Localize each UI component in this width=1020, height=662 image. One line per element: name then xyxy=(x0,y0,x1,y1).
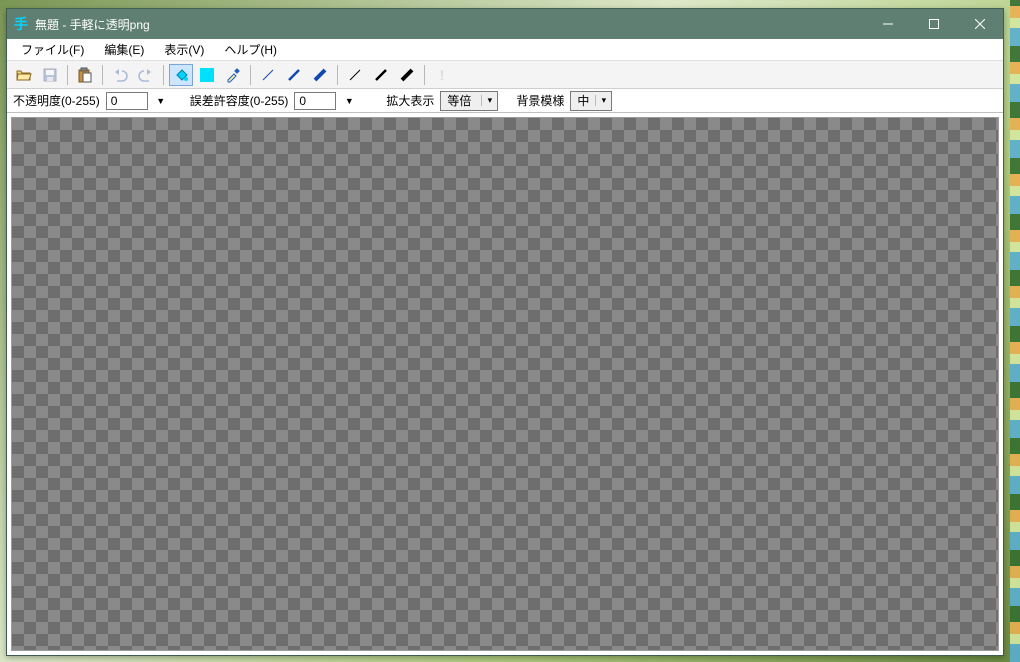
eraser-thick-button[interactable] xyxy=(395,64,419,86)
info-icon: ! xyxy=(440,67,444,83)
toolbar-separator xyxy=(424,65,425,85)
bg-pattern-label: 背景模様 xyxy=(516,92,564,109)
save-button[interactable] xyxy=(38,64,62,86)
toolbar-separator xyxy=(102,65,103,85)
toolbar-separator xyxy=(67,65,68,85)
toolbar-separator xyxy=(337,65,338,85)
tolerance-spin-icon[interactable]: ▼ xyxy=(342,92,356,110)
window-title: 無題 - 手軽に透明png xyxy=(35,16,865,33)
menu-help[interactable]: ヘルプ(H) xyxy=(214,39,287,60)
bg-pattern-select[interactable]: 中 ▾ xyxy=(570,91,612,111)
app-icon: 手 xyxy=(13,16,29,32)
opacity-spin-icon[interactable]: ▼ xyxy=(154,92,168,110)
desktop-side-strip xyxy=(1010,0,1020,662)
paste-button[interactable] xyxy=(73,64,97,86)
bg-pattern-value: 中 xyxy=(571,92,595,109)
eraser-mid-button[interactable] xyxy=(369,64,393,86)
titlebar[interactable]: 手 無題 - 手軽に透明png xyxy=(7,9,1003,39)
brush-thin-button[interactable] xyxy=(256,64,280,86)
redo-button[interactable] xyxy=(134,64,158,86)
opacity-input[interactable] xyxy=(106,92,148,110)
menu-edit[interactable]: 編集(E) xyxy=(94,39,154,60)
tolerance-input[interactable] xyxy=(294,92,336,110)
brush-mid-button[interactable] xyxy=(282,64,306,86)
chevron-down-icon: ▾ xyxy=(481,95,497,106)
eyedropper-button[interactable] xyxy=(221,64,245,86)
info-button[interactable]: ! xyxy=(430,64,454,86)
close-button[interactable] xyxy=(957,9,1003,39)
undo-button[interactable] xyxy=(108,64,132,86)
eraser-thin-button[interactable] xyxy=(343,64,367,86)
menubar: ファイル(F) 編集(E) 表示(V) ヘルプ(H) xyxy=(7,39,1003,61)
toolbar-separator xyxy=(163,65,164,85)
minimize-button[interactable] xyxy=(865,9,911,39)
menu-view[interactable]: 表示(V) xyxy=(154,39,214,60)
canvas[interactable] xyxy=(11,117,999,651)
canvas-container xyxy=(7,113,1003,655)
zoom-label: 拡大表示 xyxy=(386,92,434,109)
opacity-label: 不透明度(0-255) xyxy=(13,92,100,109)
bucket-tool-button[interactable] xyxy=(169,64,193,86)
toolbar-separator xyxy=(250,65,251,85)
tolerance-label: 誤差許容度(0-255) xyxy=(190,92,289,109)
brush-thick-button[interactable] xyxy=(308,64,332,86)
chevron-down-icon: ▾ xyxy=(595,95,611,106)
open-button[interactable] xyxy=(12,64,36,86)
color-swatch-button[interactable] xyxy=(195,64,219,86)
app-window: 手 無題 - 手軽に透明png ファイル(F) 編集(E) 表示(V) ヘルプ(… xyxy=(6,8,1004,656)
maximize-button[interactable] xyxy=(911,9,957,39)
zoom-select[interactable]: 等倍 ▾ xyxy=(440,91,498,111)
toolbar: ! xyxy=(7,61,1003,89)
menu-file[interactable]: ファイル(F) xyxy=(11,39,94,60)
options-bar: 不透明度(0-255) ▼ 誤差許容度(0-255) ▼ 拡大表示 等倍 ▾ 背… xyxy=(7,89,1003,113)
zoom-value: 等倍 xyxy=(441,92,481,109)
